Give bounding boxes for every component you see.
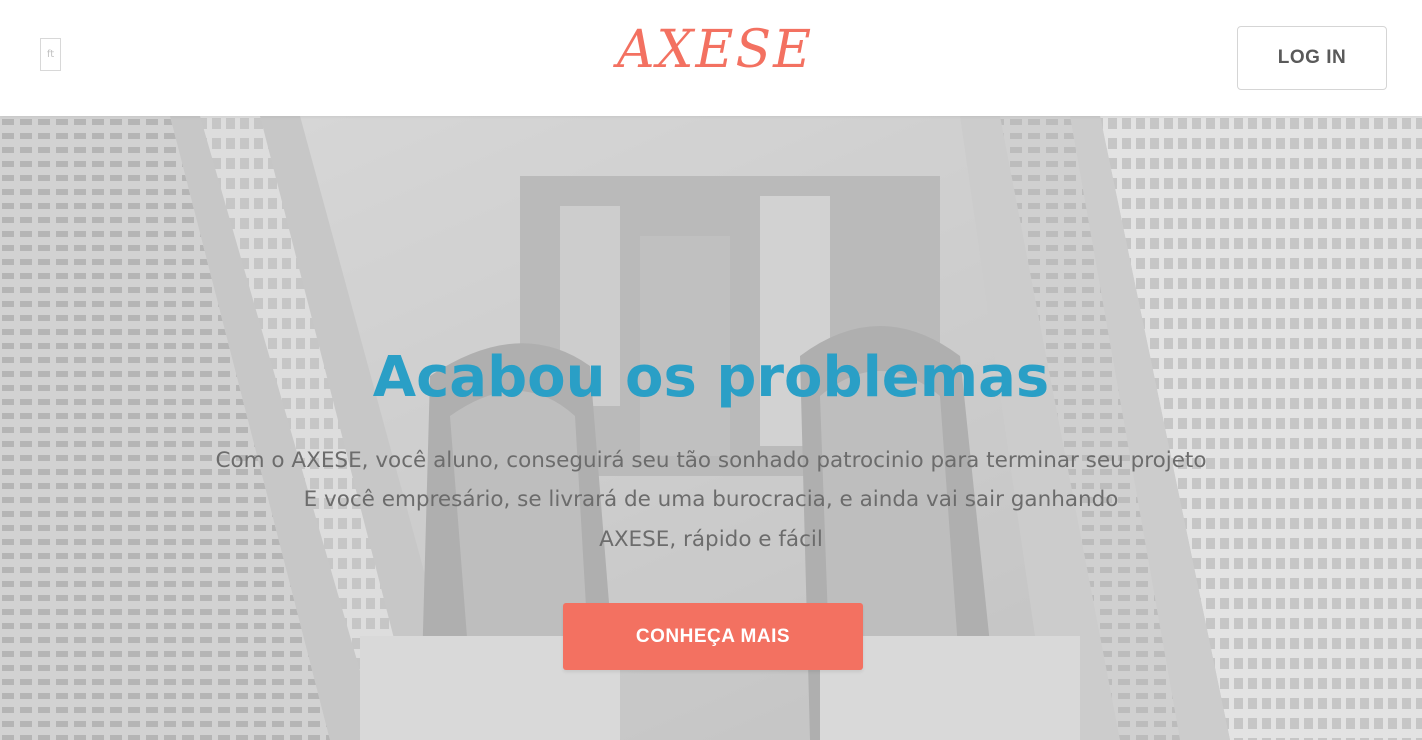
- top-navbar: ft AXESE LOG IN: [0, 0, 1422, 116]
- hero-subtitle-line: AXESE, rápido e fácil: [599, 527, 823, 552]
- hero-title: Acabou os problemas: [372, 345, 1050, 410]
- learn-more-button[interactable]: CONHEÇA MAIS: [563, 603, 863, 670]
- hero-section: Acabou os problemas Com o AXESE, você al…: [0, 116, 1422, 740]
- menu-image-alt-text: ft: [46, 49, 55, 60]
- menu-image-icon[interactable]: ft: [40, 38, 61, 71]
- hero-subtitle-line: E você empresário, se livrará de uma bur…: [303, 487, 1119, 512]
- login-button[interactable]: LOG IN: [1237, 26, 1387, 90]
- hero-subtitle-line: Com o AXESE, você aluno, conseguirá seu …: [215, 448, 1207, 473]
- brand-logo[interactable]: AXESE: [615, 16, 815, 84]
